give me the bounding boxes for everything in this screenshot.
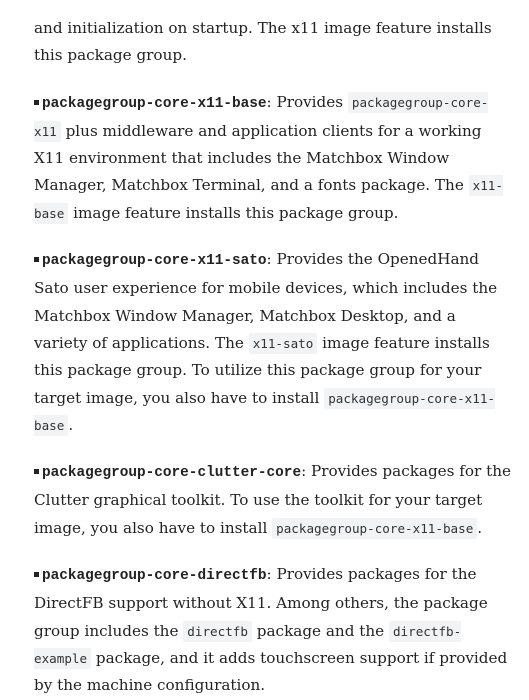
paragraph-text: : Provides (266, 92, 348, 111)
bullet-icon (34, 257, 39, 263)
package-term: packagegroup-core-directfb (42, 568, 267, 585)
paragraph-text: and initialization on startup. The x11 i… (34, 19, 492, 65)
paragraph-intro: and initialization on startup. The x11 i… (34, 15, 512, 70)
paragraph-text: plus middleware and application clients … (34, 121, 482, 195)
package-term: packagegroup-core-x11-base (42, 95, 267, 112)
list-item-x11-base: packagegroup-core-x11-base: Provides pac… (34, 89, 512, 227)
inline-code: packagegroup-core-x11-base (272, 517, 478, 539)
list-item-x11-sato: packagegroup-core-x11-sato: Provides the… (34, 246, 512, 439)
paragraph-text: image feature installs this package grou… (68, 203, 399, 222)
inline-code: directfb (183, 620, 252, 642)
bullet-icon (34, 572, 39, 578)
paragraph-text: package and the (251, 621, 389, 640)
paragraph-text: package, and it adds touchscreen support… (34, 648, 508, 695)
list-item-clutter-core: packagegroup-core-clutter-core: Provides… (34, 458, 512, 542)
package-term: packagegroup-core-x11-sato (42, 253, 267, 270)
document-page: and initialization on startup. The x11 i… (34, 15, 512, 700)
list-item-directfb: packagegroup-core-directfb: Provides pac… (34, 561, 512, 699)
package-term: packagegroup-core-clutter-core (42, 465, 302, 482)
paragraph-text: . (68, 415, 74, 434)
inline-code: x11-sato (248, 332, 318, 354)
bullet-icon (34, 469, 39, 475)
bullet-icon (34, 99, 39, 105)
paragraph-text: . (477, 518, 483, 537)
